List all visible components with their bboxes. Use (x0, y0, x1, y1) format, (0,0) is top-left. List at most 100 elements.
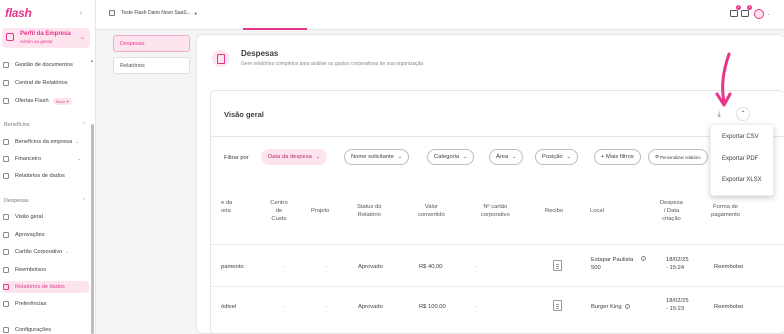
message-count: 3 (747, 5, 752, 10)
notification-icon[interactable] (730, 10, 738, 17)
page-subtitle: Gere relatórios completos para análise o… (241, 61, 425, 67)
profile-selector[interactable]: Perfil da Empresa Admin ou gestor ⌄ (2, 28, 90, 48)
sidebar-item-ofertas-flash[interactable]: Ofertas Flash Novo ✦ (3, 95, 89, 107)
more-filters-button[interactable]: + Mais filtros (594, 149, 641, 165)
sidebar-scrollbar[interactable] (91, 124, 94, 334)
cell-categoria: pamento (221, 264, 244, 270)
filter-nome-solicitante[interactable]: Nome solicitante ⌄ (344, 149, 410, 165)
gear-icon (3, 327, 9, 333)
chevron-down-icon: ⌄ (512, 154, 517, 160)
col-categoria: e da oria (221, 200, 233, 214)
report-icon (3, 80, 9, 86)
cell-data: 18/02/25 - 15:23 (666, 298, 689, 312)
chart-icon (3, 173, 9, 179)
receipt-icon[interactable] (553, 300, 562, 311)
check-icon (3, 232, 9, 238)
profile-role: Admin ou gestor (20, 39, 53, 44)
chart-icon (3, 284, 9, 290)
filter-area[interactable]: Área ⌄ (489, 149, 524, 165)
filter-label: Filtrar por (224, 155, 249, 161)
user-avatar[interactable] (754, 9, 764, 19)
cell-forma: Reembolso (714, 304, 744, 310)
sidebar-item-central-relatorios[interactable]: Central de Relatórios (3, 77, 89, 89)
export-menu: Exportar CSV Exportar PDF Exportar XLSX (710, 124, 774, 196)
scroll-up-icon[interactable]: ▲ (90, 58, 94, 63)
submenu-relatorios[interactable]: Relatórios (113, 57, 190, 74)
section-beneficios[interactable]: Benefícios ⌃ (4, 122, 90, 128)
sidebar-item-visao-geral[interactable]: Visão geral (3, 211, 89, 223)
cell-cartao: - (475, 304, 477, 310)
overview-title: Visão geral (224, 110, 264, 119)
chevron-down-icon: ⌄ (463, 154, 468, 160)
chevron-down-icon: ⌄ (65, 249, 70, 255)
chevron-down-icon: ⌄ (315, 154, 321, 160)
refund-icon (3, 267, 9, 273)
chevron-down-icon: ⌄ (397, 154, 403, 160)
sidebar-item-cartao-corporativo[interactable]: Cartão Corporativo ⌄ (3, 246, 89, 258)
overview-card: Visão geral ⤓ ⌃ Filtrar por Data da desp… (210, 90, 784, 334)
col-projeto: Projeto (311, 208, 330, 214)
col-recibo: Recibo (545, 208, 564, 214)
notification-count: 3 (736, 5, 741, 10)
chevron-up-icon: ⌃ (81, 198, 86, 204)
caret-down-icon: ▼ (193, 10, 198, 16)
cell-data: 18/02/25 - 15:24 (666, 257, 689, 271)
col-forma-pagamento: Forma de pagamento (711, 204, 741, 218)
preferences-icon (3, 301, 9, 307)
chevron-down-icon[interactable]: ⌄ (767, 11, 770, 16)
collapse-icon[interactable]: ⌃ (736, 107, 750, 121)
chevron-down-icon: ⌄ (75, 139, 80, 145)
row-divider (211, 286, 784, 287)
sidebar-item-aprovacoes[interactable]: Aprovações (3, 229, 89, 241)
section-despesas[interactable]: Despesas ⌃ (4, 198, 90, 204)
info-icon[interactable]: i (641, 256, 646, 261)
cell-centro: - (282, 304, 284, 310)
cell-projeto: - (325, 264, 327, 270)
offer-icon (3, 98, 9, 104)
collapse-sidebar-button[interactable]: ‹ (77, 10, 85, 18)
message-icon[interactable] (741, 10, 749, 17)
sidebar-item-preferencias[interactable]: Preferências (3, 298, 89, 310)
col-data-criacao: Despesa / Data criação (660, 200, 683, 222)
sidebar-item-beneficios-empresa[interactable]: Benefícios da empresa ⌄ (3, 136, 89, 148)
filter-categoria[interactable]: Categoria ⌄ (427, 149, 475, 165)
customize-report-button[interactable]: ⚙ Personalizar relatório (648, 149, 708, 165)
cell-valor: R$ 40,00 (419, 264, 443, 270)
info-icon[interactable]: i (624, 303, 630, 309)
filter-data-despesa[interactable]: Data da despesa ⌄ (261, 149, 328, 165)
cell-status: Aprovado (358, 304, 383, 310)
dashboard-icon (3, 214, 9, 220)
company-selector[interactable]: Teste Flash Dario Novo SaaS... ▼ (109, 10, 198, 16)
sidebar: flash ‹ Perfil da Empresa Admin ou gesto… (0, 0, 96, 334)
filter-posicao[interactable]: Posição ⌄ (535, 149, 578, 165)
money-icon (3, 156, 9, 162)
sidebar-item-financeiro[interactable]: Financeiro ⌄ (3, 153, 89, 165)
main-card: Despesas Gere relatórios completos para … (196, 34, 784, 334)
sidebar-item-gestao-documentos[interactable]: Gestão de documentos (3, 59, 89, 71)
col-valor-convertido: Valor convertido (418, 204, 445, 218)
chevron-down-icon: ⌄ (80, 35, 86, 41)
building-icon (109, 10, 115, 16)
export-xlsx-item[interactable]: Exportar XLSX (722, 177, 762, 183)
sidebar-item-configuracoes[interactable]: Configurações (3, 324, 89, 334)
annotation-arrow (715, 52, 732, 107)
active-tab-indicator (243, 28, 307, 30)
submenu-despesas[interactable]: Despesas (113, 35, 190, 52)
chevron-down-icon: ⌄ (566, 154, 571, 160)
receipt-icon[interactable] (553, 260, 562, 271)
new-badge: Novo ✦ (52, 97, 73, 105)
sidebar-item-relatorios-dados-beneficios[interactable]: Relatórios de dados (3, 170, 89, 182)
col-numero-cartao: Nº cartão corporativo (481, 204, 510, 218)
cell-forma: Reembolso (714, 264, 744, 270)
topbar: Teste Flash Dario Novo SaaS... ▼ 3 3 ⌄ (96, 0, 784, 30)
export-csv-item[interactable]: Exportar CSV (722, 134, 759, 140)
chevron-down-icon: ⌄ (77, 156, 82, 162)
col-local: Local (590, 208, 604, 214)
sidebar-item-reembolsos[interactable]: Reembolsos (3, 264, 89, 276)
cell-cartao: - (475, 264, 477, 270)
cell-local: Estapar Paulista 500 (591, 257, 634, 271)
sidebar-item-relatorios-dados[interactable]: Relatórios de dados (3, 281, 89, 293)
export-pdf-item[interactable]: Exportar PDF (722, 156, 758, 162)
card-icon (3, 249, 9, 255)
cell-local: Burger King i (591, 303, 630, 311)
